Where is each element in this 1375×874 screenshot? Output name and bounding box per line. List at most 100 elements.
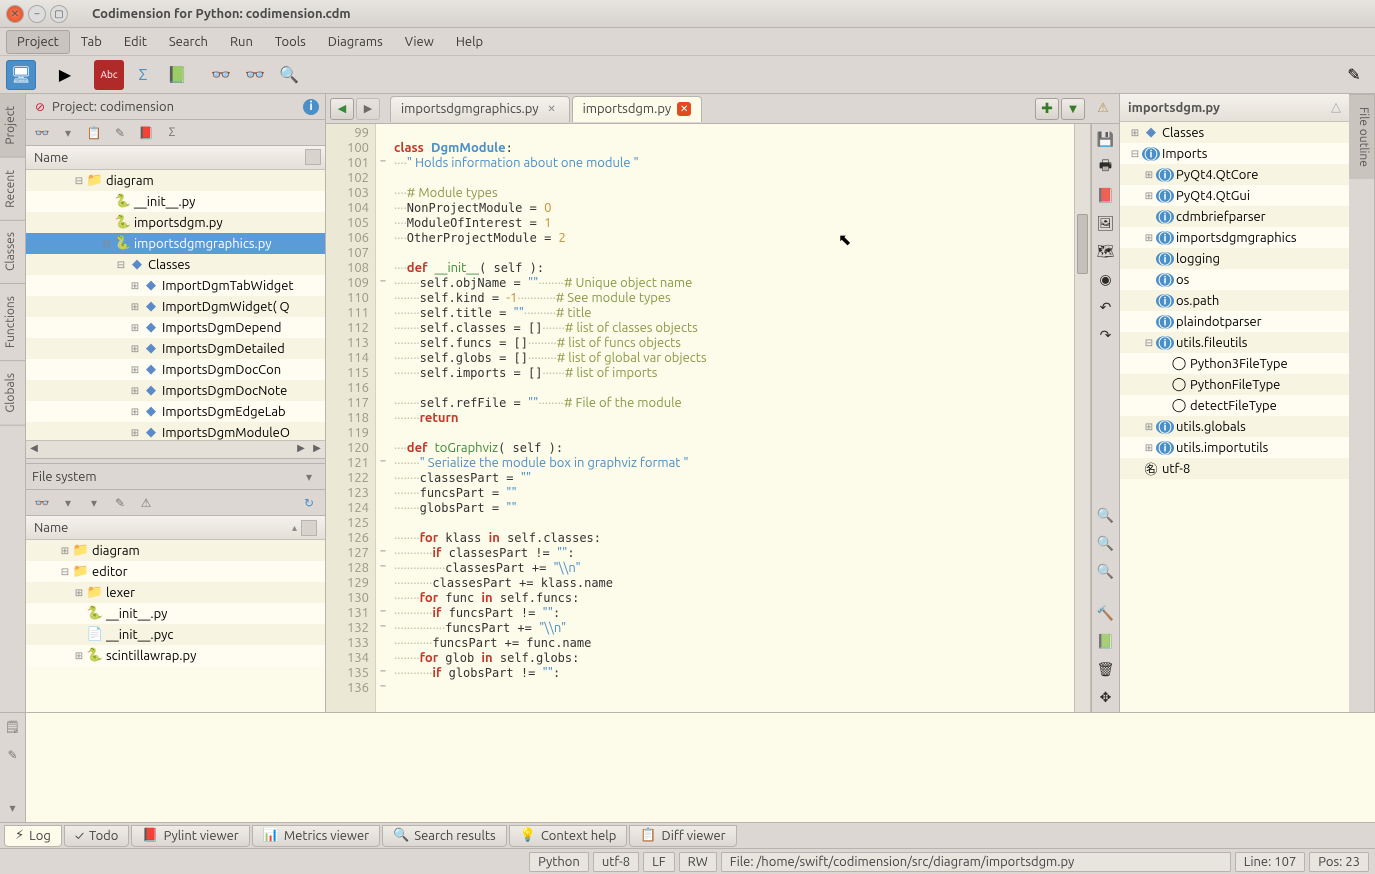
expand-icon[interactable]: ⊟	[58, 566, 72, 578]
copy-icon[interactable]: 📋	[84, 123, 104, 143]
tree-row[interactable]: ⊞ⓘutils.importutils	[1120, 437, 1349, 458]
tree-row[interactable]: ⊞◆ImportsDgmModuleO	[26, 422, 325, 440]
menu-diagrams[interactable]: Diagrams	[317, 30, 394, 54]
side-tab-globals[interactable]: Globals	[0, 361, 25, 426]
tree-row[interactable]: ㊔utf-8	[1120, 458, 1349, 479]
tree-row[interactable]: ⓘos.path	[1120, 290, 1349, 311]
expand-icon[interactable]: ⊟	[72, 175, 86, 187]
outline-sort-icon[interactable]: △	[1331, 100, 1341, 115]
code-editor[interactable]: 9910010110210310410510610710810911011111…	[326, 124, 1091, 712]
vscroll-thumb[interactable]	[1077, 214, 1088, 274]
tree-row[interactable]: ⊞◆Classes	[1120, 122, 1349, 143]
editor-vscrollbar[interactable]	[1074, 124, 1090, 712]
menu-search[interactable]: Search	[158, 30, 219, 54]
file-tab-1[interactable]: importsdgmgraphics.py ✕	[390, 96, 570, 122]
menu-view[interactable]: View	[394, 30, 445, 54]
tree-row[interactable]: ⊞ⓘutils.globals	[1120, 416, 1349, 437]
expand-icon[interactable]: ⊞	[1128, 127, 1142, 139]
bottom-tab-todo[interactable]: ✓Todo	[64, 825, 130, 847]
fs-edit-icon[interactable]: ✎	[110, 493, 130, 513]
expand-icon[interactable]: ⊞	[128, 322, 142, 334]
tree-row[interactable]: ⊞◆ImportsDgmDocCon	[26, 359, 325, 380]
tree-row[interactable]: ⓘlogging	[1120, 248, 1349, 269]
bottom-tab-context-help[interactable]: 💡Context help	[509, 825, 628, 847]
redo-icon[interactable]: ↷	[1095, 324, 1117, 346]
expand-icon[interactable]: ⊞	[128, 385, 142, 397]
side-tab-functions[interactable]: Functions	[0, 284, 25, 361]
tree-row[interactable]: ◯Python3FileType	[1120, 353, 1349, 374]
find-in-project-icon[interactable]: 👓	[32, 123, 52, 143]
expand-icon[interactable]: ⊞	[128, 427, 142, 439]
tree-row[interactable]: ⊞◆ImportsDgmDepend	[26, 317, 325, 338]
scroll-right2-icon[interactable]: ▶	[309, 442, 325, 458]
project-tree[interactable]: ⊟📁diagram🐍__init__.py🐍importsdgm.py⊟🐍imp…	[26, 170, 325, 440]
bottom-tab-search-results[interactable]: 🔍Search results	[382, 825, 507, 847]
tree-row[interactable]: ⊞◆ImportsDgmEdgeLab	[26, 401, 325, 422]
tree-row[interactable]: ⓘos	[1120, 269, 1349, 290]
expand-icon[interactable]: ⊞	[1142, 190, 1156, 202]
tree-row[interactable]: ◯detectFileType	[1120, 395, 1349, 416]
edit-icon[interactable]: ✎	[110, 123, 130, 143]
image-icon[interactable]: 🖼	[1095, 212, 1117, 234]
expand-icon[interactable]: ⊞	[1142, 232, 1156, 244]
bottom-tab-metrics-viewer[interactable]: 📊Metrics viewer	[252, 825, 380, 847]
tree-row[interactable]: ⊟📁editor	[26, 561, 325, 582]
fs-collapse-icon[interactable]: ▾	[58, 493, 78, 513]
tree-row[interactable]: ⊞◆ImportsDgmDocNote	[26, 380, 325, 401]
project-column-header[interactable]: Name	[26, 146, 325, 170]
undo-icon[interactable]: ↶	[1095, 296, 1117, 318]
menu-tab[interactable]: Tab	[70, 30, 113, 54]
abc-icon[interactable]: Abc	[94, 60, 124, 90]
graph-icon[interactable]: 🗺	[1095, 240, 1117, 262]
sigma-icon[interactable]: Σ	[128, 60, 158, 90]
outline-tree[interactable]: ⊞◆Classes⊟ⓘImports⊞ⓘPyQt4.QtCore⊞ⓘPyQt4.…	[1120, 122, 1349, 712]
tree-row[interactable]: ⊞📁lexer	[26, 582, 325, 603]
expand-icon[interactable]: ⊞	[72, 650, 86, 662]
expand-icon[interactable]: ⊞	[128, 280, 142, 292]
side-tab-classes[interactable]: Classes	[0, 220, 25, 284]
bottom-tab-diff-viewer[interactable]: 📋Diff viewer	[629, 825, 736, 847]
zoom-reset-icon[interactable]: 🔍	[1095, 560, 1117, 582]
tab-close-icon[interactable]: ✕	[677, 102, 691, 116]
zoom-in-icon[interactable]: 🔍	[1095, 504, 1117, 526]
hammer-icon[interactable]: 🔨	[1095, 602, 1117, 624]
sigma2-icon[interactable]: Σ	[162, 123, 182, 143]
book-icon[interactable]: 📗	[162, 60, 192, 90]
tree-row[interactable]: ⊟ⓘImports	[1120, 143, 1349, 164]
scroll-left-icon[interactable]: ◀	[26, 442, 42, 458]
expand-icon[interactable]: ⊞	[1142, 442, 1156, 454]
tree-row[interactable]: 📄__init__.pyc	[26, 624, 325, 645]
expand-icon[interactable]: ⊞	[128, 364, 142, 376]
zoom-out-icon[interactable]: 🔍	[1095, 532, 1117, 554]
tree-row[interactable]: ⊞◆ImportDgmWidget( Q	[26, 296, 325, 317]
pen-icon[interactable]: ✎	[1339, 60, 1369, 90]
book4-icon[interactable]: 📗	[1095, 630, 1117, 652]
tree-row[interactable]: 🐍__init__.py	[26, 603, 325, 624]
tree-row[interactable]: ⊞◆ImportsDgmDetailed	[26, 338, 325, 359]
tree-row[interactable]: ⊞ⓘPyQt4.QtCore	[1120, 164, 1349, 185]
menu-run[interactable]: Run	[219, 30, 264, 54]
fs-tree[interactable]: ⊞📁diagram⊟📁editor⊞📁lexer🐍__init__.py📄__i…	[26, 540, 325, 712]
project-hscroll[interactable]: ◀ ▶ ▶	[26, 440, 325, 458]
tree-row[interactable]: ⊞ⓘimportsdgmgraphics	[1120, 227, 1349, 248]
tree-row[interactable]: ⓘcdmbriefparser	[1120, 206, 1349, 227]
find-icon[interactable]: 👓	[240, 60, 270, 90]
window-close-button[interactable]: ✕	[6, 5, 24, 23]
fs-warn-icon[interactable]: ⚠	[136, 493, 156, 513]
fs-find-icon[interactable]: 👓	[32, 493, 52, 513]
tab-list-button[interactable]: ▼	[1061, 98, 1085, 120]
file-tab-2[interactable]: importsdgm.py ✕	[572, 96, 703, 122]
new-tab-button[interactable]: ✚	[1035, 98, 1059, 120]
nav-forward-button[interactable]: ▶	[356, 98, 380, 120]
save-icon[interactable]: 💾	[1095, 128, 1117, 150]
tree-row[interactable]: ⊟◆Classes	[26, 254, 325, 275]
tree-row[interactable]: 🐍__init__.py	[26, 191, 325, 212]
menu-help[interactable]: Help	[445, 30, 494, 54]
expand-icon[interactable]: ⊞	[1142, 421, 1156, 433]
tree-row[interactable]: ⊞📁diagram	[26, 540, 325, 561]
scroll-right-icon[interactable]: ▶	[293, 442, 309, 458]
side-tab-project[interactable]: Project	[0, 94, 25, 158]
expand-icon[interactable]: ⊟	[100, 238, 114, 250]
window-maximize-button[interactable]: ▢	[50, 5, 68, 23]
expand-icon[interactable]: ⊞	[1142, 169, 1156, 181]
